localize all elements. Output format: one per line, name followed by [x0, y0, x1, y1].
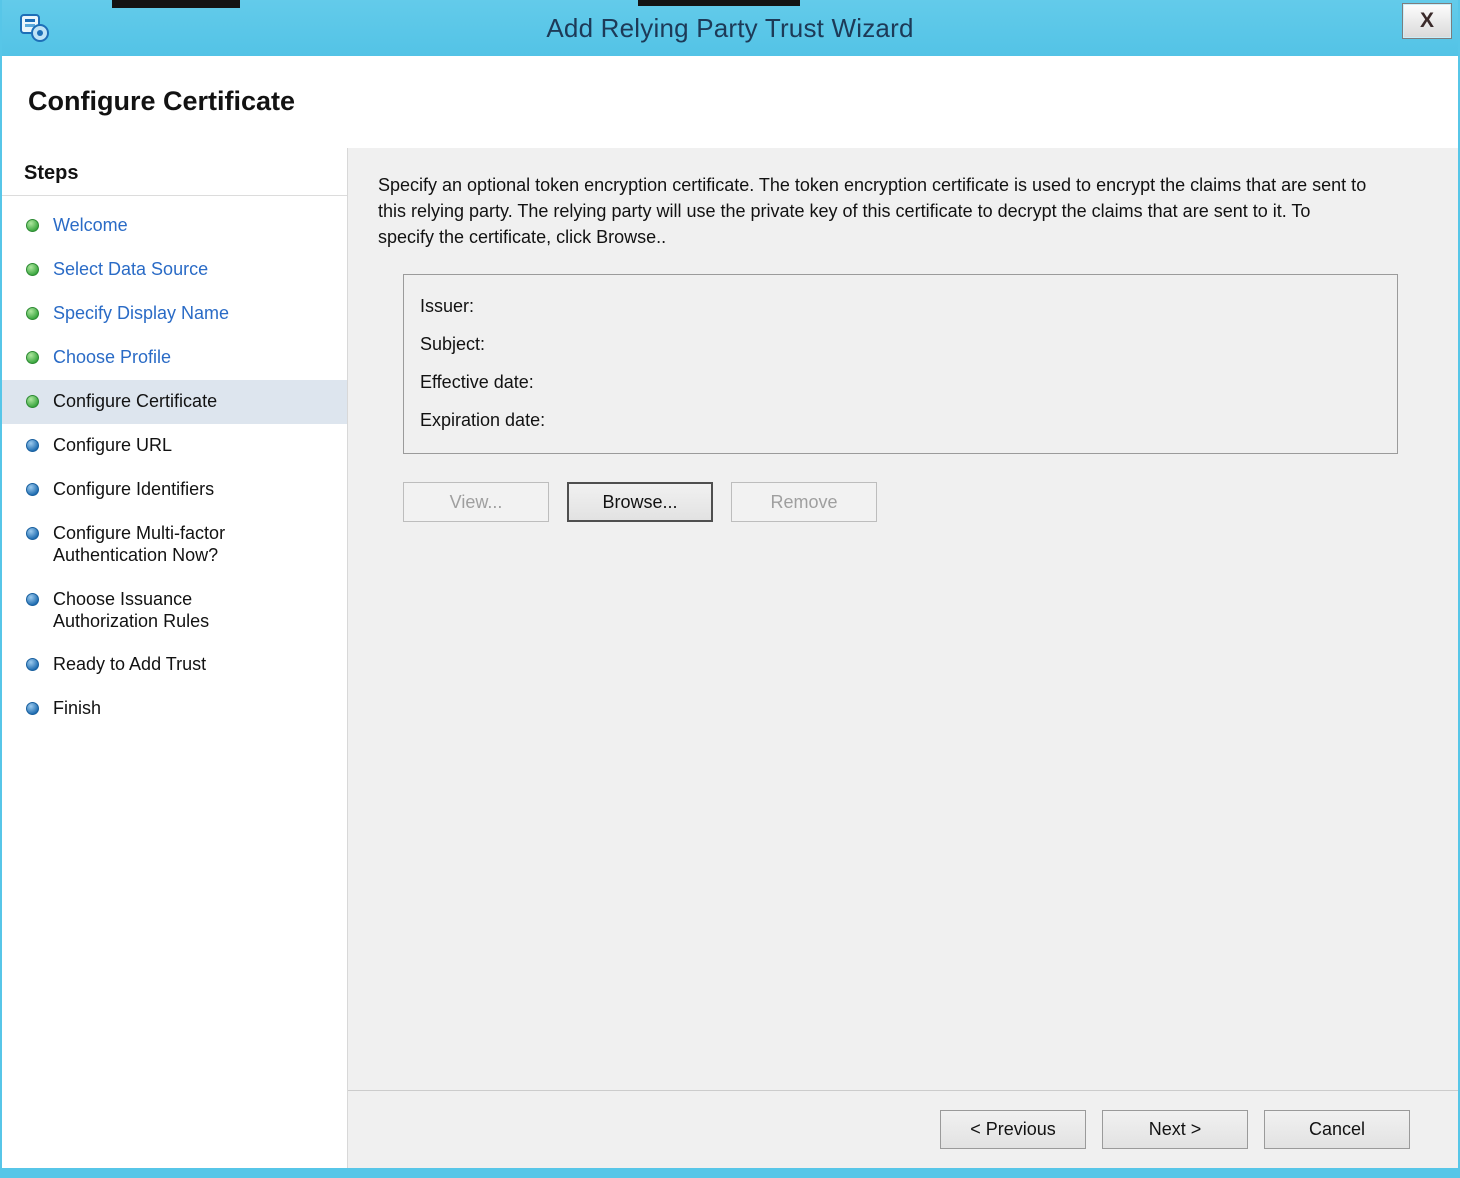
sidebar-item-label: Specify Display Name	[53, 302, 230, 323]
sidebar-item-label: Choose Issuance Authorization Rules	[53, 588, 210, 631]
step-complete-icon	[26, 306, 39, 320]
step-pending-icon	[26, 592, 39, 606]
wizard-window: Add Relying Party Trust Wizard X Configu…	[0, 0, 1460, 1178]
wizard-footer: < Previous Next > Cancel	[348, 1090, 1458, 1168]
certificate-issuer-label: Issuer:	[420, 296, 475, 317]
content-panel: Specify an optional token encryption cer…	[348, 148, 1458, 1090]
certificate-subject-label: Subject:	[420, 334, 486, 355]
sidebar-item-label: Select Data Source	[53, 258, 209, 279]
sidebar-item-label: Configure URL	[53, 434, 173, 455]
sidebar-item-select-data-source[interactable]: Select Data Source	[2, 248, 347, 292]
certificate-effective-date-label: Effective date:	[420, 372, 534, 393]
view-button: View...	[403, 482, 549, 523]
sidebar-item-label: Ready to Add Trust	[53, 654, 207, 675]
step-pending-icon	[26, 482, 39, 496]
step-description: Specify an optional token encryption cer…	[378, 175, 1367, 248]
sidebar-item-specify-display-name[interactable]: Specify Display Name	[2, 292, 347, 336]
step-pending-icon	[26, 658, 39, 672]
title-bar: Add Relying Party Trust Wizard X	[2, 0, 1458, 56]
browse-button[interactable]: Browse...	[567, 482, 713, 523]
close-button[interactable]: X	[1402, 3, 1452, 39]
certificate-actions: View... Browse... Remove	[403, 482, 1398, 523]
sidebar-item-label: Configure Multi-factor Authentication No…	[53, 522, 226, 565]
sidebar-item-label: Welcome	[53, 215, 128, 235]
sidebar-item-label: Configure Certificate	[53, 390, 218, 411]
steps-list: Welcome Select Data Source Specify Displ…	[2, 196, 347, 731]
remove-button: Remove	[731, 482, 877, 523]
sidebar-item-welcome[interactable]: Welcome	[2, 204, 347, 248]
step-current-icon	[26, 394, 39, 408]
sidebar-item-label: Configure Identifiers	[53, 478, 215, 499]
sidebar-item-ready-to-add-trust: Ready to Add Trust	[2, 643, 347, 687]
cancel-button[interactable]: Cancel	[1264, 1110, 1410, 1149]
sidebar-item-choose-profile[interactable]: Choose Profile	[2, 336, 347, 380]
certificate-expiration-date-label: Expiration date:	[420, 410, 546, 431]
steps-sidebar: Steps Welcome Select Data Source Specify…	[2, 148, 348, 1168]
sidebar-item-finish: Finish	[2, 687, 347, 731]
sidebar-item-configure-certificate: Configure Certificate	[2, 379, 347, 424]
sidebar-item-label: Finish	[53, 698, 102, 719]
step-complete-icon	[26, 219, 39, 232]
screen-artifact	[112, 0, 240, 8]
steps-heading: Steps	[2, 148, 347, 196]
step-complete-icon	[26, 262, 39, 276]
window-title: Add Relying Party Trust Wizard	[546, 12, 914, 43]
wizard-icon	[18, 12, 50, 44]
screen-artifact	[638, 0, 800, 6]
step-pending-icon	[26, 526, 39, 540]
certificate-details-box: Issuer: Subject: Effective date: Expirat…	[403, 274, 1398, 455]
sidebar-item-label: Choose Profile	[53, 346, 172, 367]
sidebar-item-configure-mfa: Configure Multi-factor Authentication No…	[2, 512, 347, 578]
sidebar-item-configure-url: Configure URL	[2, 424, 347, 468]
page-header: Configure Certificate	[2, 56, 1458, 148]
step-pending-icon	[26, 438, 39, 452]
previous-button[interactable]: < Previous	[940, 1110, 1086, 1149]
page-title: Configure Certificate	[28, 86, 296, 116]
step-complete-icon	[26, 350, 39, 364]
sidebar-item-configure-identifiers: Configure Identifiers	[2, 468, 347, 512]
next-button[interactable]: Next >	[1102, 1110, 1248, 1149]
step-pending-icon	[26, 702, 39, 716]
sidebar-item-choose-issuance-rules: Choose Issuance Authorization Rules	[2, 578, 347, 644]
